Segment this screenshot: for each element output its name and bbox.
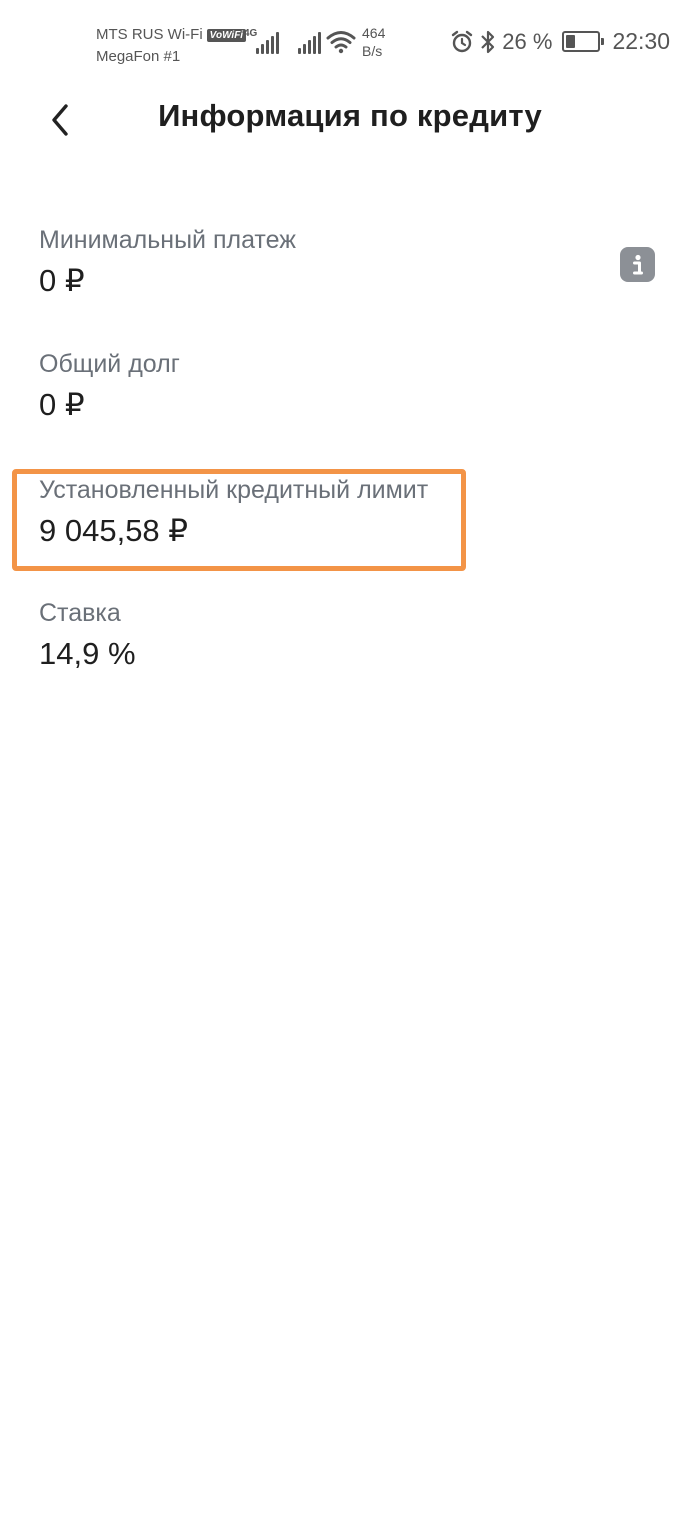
vowifi-badge: VoWiFi (206, 28, 247, 42)
rate-item: Ставка 14,9 % (39, 597, 136, 675)
net-speed: 464 B/s (362, 24, 385, 60)
bluetooth-icon (481, 30, 495, 53)
credit-limit-item: Установленный кредитный лимит 9 045,58 ₽ (39, 474, 428, 552)
alarm-icon (452, 30, 473, 52)
battery-percent: 26 % (502, 28, 553, 54)
total-debt-label: Общий долг (39, 350, 180, 378)
signal-icon (256, 28, 279, 54)
carrier-info: MTS RUS Wi-Fi VoWiFi MegaFon #1 (96, 24, 247, 68)
system-status: 26 % 22:30 (450, 28, 670, 55)
credit-limit-value: 9 045,58 ₽ (39, 513, 189, 548)
status-time: 22:30 (612, 28, 670, 54)
min-payment-item: Минимальный платеж 0 ₽ (39, 224, 296, 302)
credit-limit-label: Установленный кредитный лимит (39, 476, 429, 504)
total-debt-item: Общий долг 0 ₽ (39, 348, 180, 426)
app-header: Информация по кредиту (0, 90, 700, 150)
min-payment-label: Минимальный платеж (39, 226, 296, 254)
signal-icon (298, 28, 321, 54)
wifi-icon (326, 31, 356, 54)
carrier-secondary: MegaFon #1 (96, 48, 181, 65)
info-button[interactable] (620, 247, 655, 282)
page-title: Информация по кредиту (158, 98, 542, 133)
total-debt-value: 0 ₽ (39, 387, 85, 422)
carrier-primary: MTS RUS Wi-Fi (96, 26, 203, 43)
battery-icon (562, 31, 605, 52)
battery-fill (566, 35, 576, 48)
screen: MTS RUS Wi-Fi VoWiFi MegaFon #1 4G 464 B… (0, 0, 700, 1517)
net-speed-value: 464 (362, 25, 386, 41)
min-payment-value: 0 ₽ (39, 263, 85, 298)
net-speed-unit: B/s (362, 43, 383, 59)
rate-label: Ставка (39, 599, 121, 627)
info-icon (632, 254, 643, 274)
rate-value: 14,9 % (39, 636, 136, 671)
status-bar: MTS RUS Wi-Fi VoWiFi MegaFon #1 4G 464 B… (0, 0, 700, 86)
